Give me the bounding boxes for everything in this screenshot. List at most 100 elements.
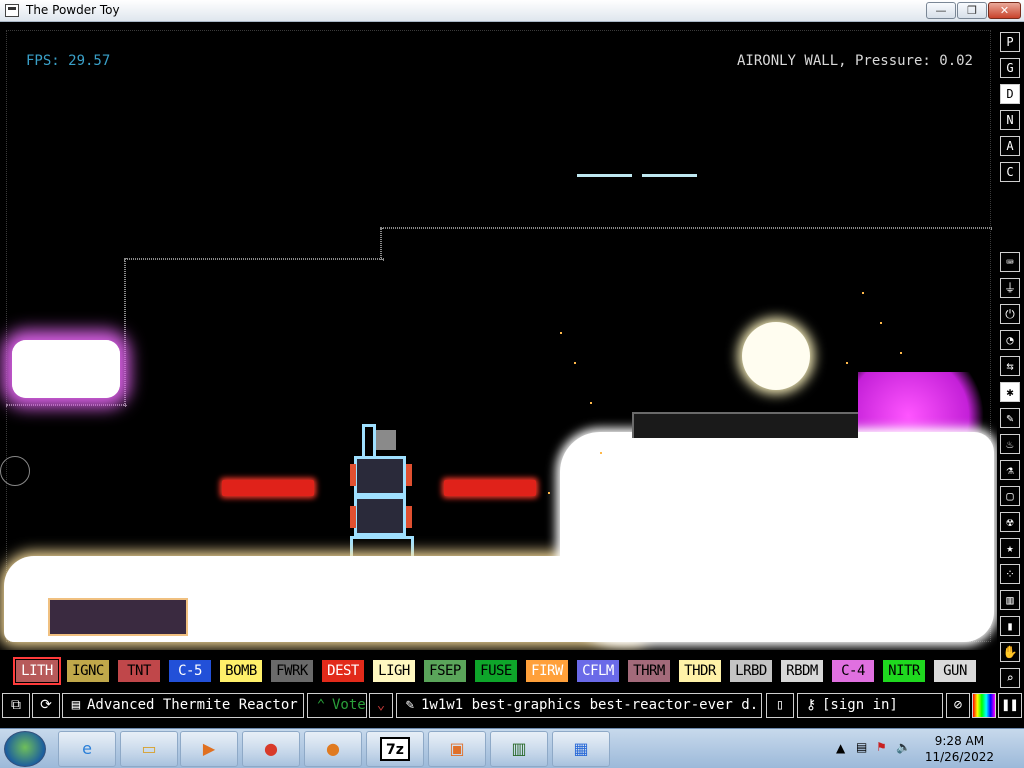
radiation-icon[interactable]: ☢ [1000, 512, 1020, 532]
menu-section-p[interactable]: P [1000, 32, 1020, 52]
element-tnt[interactable]: TNT [118, 660, 160, 682]
element-ignc[interactable]: IGNC [67, 660, 109, 682]
action-center-icon[interactable]: ⚑ [876, 740, 887, 754]
heater-bar [222, 480, 314, 496]
star-icon[interactable]: ★ [1000, 538, 1020, 558]
element-firw[interactable]: FIRW [526, 660, 568, 682]
clock-date: 11/26/2022 [924, 750, 994, 764]
volume-icon[interactable]: 🔈 [896, 740, 911, 754]
bottom-bar: ⧉ ⟳ ▤ Advanced Thermite Reactor ⌃ Vote ⌄ ✎… [0, 691, 1024, 720]
control-panel-icon[interactable]: ▦ [552, 731, 610, 767]
metal-ledge [632, 412, 858, 438]
arrows-icon[interactable]: ⇆ [1000, 356, 1020, 376]
tag-icon: ✎ [405, 697, 415, 713]
sign-in-button[interactable]: ⚷ [sign in] [797, 693, 943, 718]
pause-button[interactable]: ❚❚ [998, 693, 1022, 718]
7zip-icon[interactable]: 7z [366, 731, 424, 767]
pencil-icon[interactable]: ✎ [1000, 408, 1020, 428]
element-c-4[interactable]: C-4 [832, 660, 874, 682]
menu-section-a[interactable]: A [1000, 136, 1020, 156]
element-thrm[interactable]: THRM [628, 660, 670, 682]
settings-button[interactable]: ⊘ [946, 693, 970, 718]
flame-icon[interactable]: ♨ [1000, 434, 1020, 454]
show-hidden-icons[interactable]: ▲ [836, 741, 845, 755]
start-button[interactable] [4, 731, 46, 767]
clock-time: 9:28 AM [934, 734, 985, 748]
clock[interactable]: 9:28 AM 11/26/2022 [925, 733, 994, 765]
explorer-icon[interactable]: ▭ [120, 731, 178, 767]
plug-icon[interactable]: ⏚ [1000, 278, 1020, 298]
bookmark-icon[interactable]: ▮ [1000, 616, 1020, 636]
element-c-5[interactable]: C-5 [169, 660, 211, 682]
hover-info: AIRONLY WALL, Pressure: 0.02 [736, 53, 973, 69]
minimize-button[interactable]: — [926, 2, 956, 19]
vote-down-button[interactable]: ⌄ [369, 693, 393, 718]
cyan-bar [642, 174, 697, 177]
keyboard-icon[interactable]: ⌨ [1000, 252, 1020, 272]
chrome-icon[interactable]: ● [242, 731, 300, 767]
element-fwrk[interactable]: FWRK [271, 660, 313, 682]
plasma-orb [742, 322, 810, 390]
tags-text: 1w1w1 best-graphics best-reactor-ever d.… [421, 697, 762, 713]
powder-toy-icon[interactable]: ▣ [428, 731, 486, 767]
sign-in-label: [sign in] [822, 697, 898, 713]
heater-bar [444, 480, 536, 496]
spark [590, 402, 592, 404]
menu-section-d[interactable]: D [1000, 84, 1020, 104]
wall-segment [124, 258, 384, 260]
element-gun[interactable]: GUN [934, 660, 976, 682]
element-dest[interactable]: DEST [322, 660, 364, 682]
flask-icon[interactable]: ⚗ [1000, 460, 1020, 480]
element-lrbd[interactable]: LRBD [730, 660, 772, 682]
spark [862, 292, 864, 294]
network-icon[interactable]: ▤ [856, 740, 867, 754]
menu-section-c[interactable]: C [1000, 162, 1020, 182]
windows-taskbar: e ▭ ▶ ● ● 7z ▣ ▥ ▦ ▲ ▤ ⚑ 🔈 9:28 AM 11/26… [0, 728, 1024, 768]
menu-section-g[interactable]: G [1000, 58, 1020, 78]
save-title: Advanced Thermite Reactor [87, 697, 298, 713]
spark [560, 332, 562, 334]
window-title: The Powder Toy [26, 3, 120, 17]
power-icon[interactable]: ⏻ [1000, 304, 1020, 324]
spark [574, 362, 576, 364]
media-player-icon[interactable]: ▶ [180, 731, 238, 767]
search-icon[interactable]: ⌕ [1000, 668, 1020, 688]
thumbs-up-icon: ⌃ [316, 697, 326, 713]
firefox-icon[interactable]: ● [304, 731, 362, 767]
fps-readout: FPS: 29.57 [26, 53, 111, 69]
new-button[interactable]: ▯ [766, 693, 794, 718]
menu-section-n[interactable]: N [1000, 110, 1020, 130]
maximize-button[interactable]: ❐ [957, 2, 987, 19]
molten-pool [560, 432, 994, 642]
close-button[interactable]: ✕ [988, 2, 1021, 19]
element-fuse[interactable]: FUSE [475, 660, 517, 682]
tube-icon[interactable]: ▥ [1000, 590, 1020, 610]
element-bomb[interactable]: BOMB [220, 660, 262, 682]
simulation-canvas[interactable]: FPS: 29.57 AIRONLY WALL, Pressure: 0.02 [0, 22, 997, 650]
tags-button[interactable]: ✎ 1w1w1 best-graphics best-reactor-ever d… [396, 693, 762, 718]
square-icon[interactable]: ▢ [1000, 486, 1020, 506]
gauge-icon[interactable]: ◔ [1000, 330, 1020, 350]
element-fsep[interactable]: FSEP [424, 660, 466, 682]
hand-icon[interactable]: ✋ [1000, 642, 1020, 662]
element-lith[interactable]: LITH [13, 657, 61, 685]
wall-segment [380, 227, 992, 229]
element-thdr[interactable]: THDR [679, 660, 721, 682]
right-toolbar: P G D N A C ⌨ ⏚ ⏻ ◔ ⇆ ✱ ✎ ♨ ⚗ ▢ ☢ ★ ⁘ ▥ ▮ ✋ ⌕ [997, 22, 1024, 692]
save-title-button[interactable]: ▤ Advanced Thermite Reactor [62, 693, 304, 718]
element-rbdm[interactable]: RBDM [781, 660, 823, 682]
element-ligh[interactable]: LIGH [373, 660, 415, 682]
element-nitr[interactable]: NITR [883, 660, 925, 682]
wall-segment [124, 258, 126, 406]
pc-icon[interactable]: ▥ [490, 731, 548, 767]
render-options-button[interactable] [972, 693, 996, 718]
wall-segment [380, 228, 382, 260]
dots-icon[interactable]: ⁘ [1000, 564, 1020, 584]
element-cflm[interactable]: CFLM [577, 660, 619, 682]
ie-icon[interactable]: e [58, 731, 116, 767]
vote-up-button[interactable]: ⌃ Vote [307, 693, 367, 718]
reload-button[interactable]: ⟳ [32, 693, 60, 718]
app-icon [5, 4, 19, 17]
open-browser-button[interactable]: ⧉ [2, 693, 30, 718]
spray-icon[interactable]: ✱ [1000, 382, 1020, 402]
